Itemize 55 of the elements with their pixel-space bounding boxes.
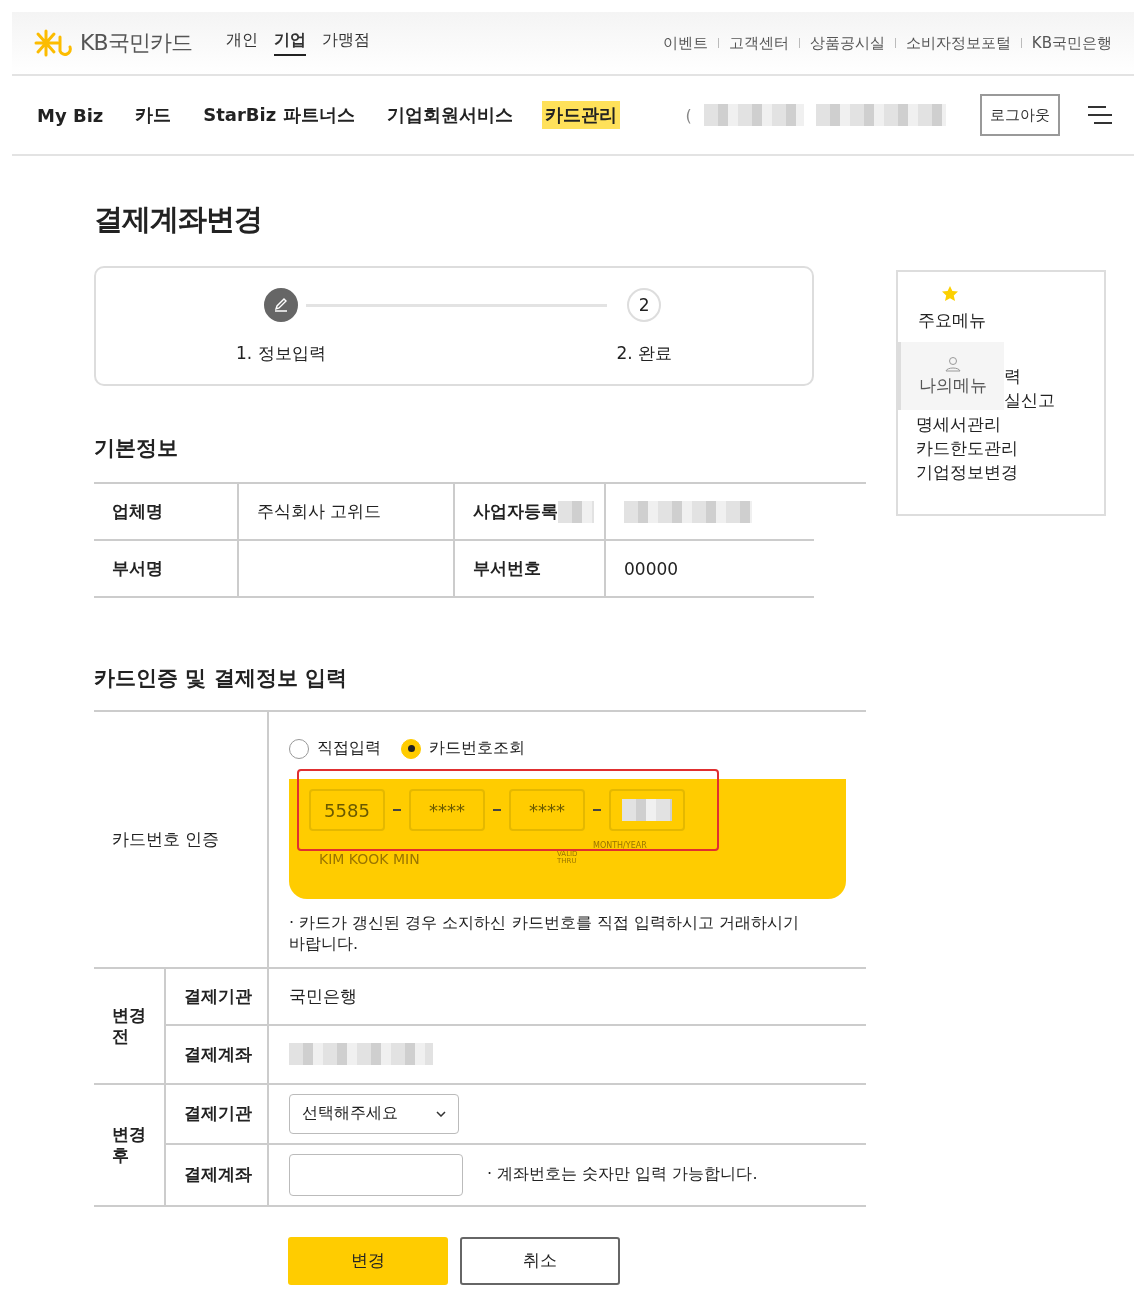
logout-button[interactable]: 로그아웃 bbox=[980, 94, 1060, 136]
utility-link[interactable]: 소비자정보포털 bbox=[905, 33, 1011, 53]
side-menu-title: 주요메뉴 bbox=[918, 309, 987, 332]
field-label: 결제기관 bbox=[184, 984, 252, 1008]
my-menu-button[interactable]: 나의메뉴 bbox=[898, 342, 1004, 410]
nav-item[interactable]: StarBiz 파트너스 bbox=[200, 101, 358, 129]
radio-option[interactable]: 직접입력 bbox=[289, 738, 381, 759]
segment-tab[interactable]: 기업 bbox=[273, 30, 306, 56]
utility-link[interactable]: 상품공시실 bbox=[809, 33, 885, 53]
step-label: 1. 정보입력 bbox=[236, 342, 326, 365]
change-button[interactable]: 변경 bbox=[288, 1236, 448, 1285]
card-number-field[interactable]: **** bbox=[409, 789, 485, 831]
bank-select[interactable]: 선택해주세요 bbox=[289, 1093, 459, 1134]
side-menu-item[interactable]: 명세서관리 bbox=[916, 412, 1001, 436]
group-label: 변경 후 bbox=[112, 1124, 147, 1165]
utility-link[interactable]: KB국민은행 bbox=[1031, 33, 1112, 53]
card-number-field[interactable]: 5585 bbox=[309, 789, 385, 831]
brand-name: KB국민카드 bbox=[80, 29, 192, 57]
section-title: 기본정보 bbox=[94, 435, 179, 462]
side-menu-item[interactable]: 카드한도관리 bbox=[916, 436, 1018, 460]
side-menu-item[interactable]: 실신고 bbox=[1004, 388, 1055, 412]
section-title: 카드인증 및 결제정보 입력 bbox=[94, 665, 348, 692]
field-label: 결제계좌 bbox=[184, 1042, 252, 1066]
page-title: 결제계좌변경 bbox=[94, 201, 263, 238]
utility-link[interactable]: 이벤트 bbox=[662, 33, 708, 53]
month-year-text: MONTH/YEAR bbox=[593, 841, 647, 850]
nav-item[interactable]: 기업회원서비스 bbox=[383, 101, 516, 129]
nav-item[interactable]: My Biz bbox=[34, 102, 107, 128]
step-label: 2. 완료 bbox=[616, 342, 672, 365]
card-holder-text: KIM KOOK MIN bbox=[319, 851, 420, 867]
field-value: 00000 bbox=[624, 558, 679, 579]
cancel-button[interactable]: 취소 bbox=[460, 1236, 620, 1285]
nav-item[interactable]: 카드관리 bbox=[541, 101, 620, 129]
group-label: 변경 전 bbox=[112, 1005, 147, 1046]
card-note: · 카드가 갱신된 경우 소지하신 카드번호를 직접 입력하시고 거래하시기 바랍니다. bbox=[289, 913, 800, 955]
field-value: 국민은행 bbox=[289, 984, 357, 1008]
card-number-field[interactable]: **** bbox=[509, 789, 585, 831]
side-menu-item[interactable]: 기업정보변경 bbox=[916, 460, 1018, 484]
step-number: 2 bbox=[627, 288, 662, 322]
field-label: 결제계좌 bbox=[184, 1163, 252, 1187]
field-value: 주식회사 고위드 bbox=[257, 500, 382, 523]
field-label: 결제기관 bbox=[184, 1102, 252, 1126]
radio-option[interactable]: 카드번호조회 bbox=[401, 738, 525, 759]
nav-item[interactable]: 카드 bbox=[132, 101, 175, 129]
field-label: 부서번호 bbox=[473, 557, 541, 580]
segment-tab[interactable]: 가맹점 bbox=[321, 30, 370, 56]
segment-tab[interactable]: 개인 bbox=[225, 30, 258, 56]
field-label: 부서명 bbox=[112, 557, 163, 580]
side-menu-item[interactable]: 력 bbox=[1004, 364, 1021, 388]
field-label: 업체명 bbox=[112, 500, 163, 523]
user-info-text: ( bbox=[685, 105, 692, 125]
field-label: 사업자등록 bbox=[473, 500, 558, 523]
utility-link[interactable]: 고객센터 bbox=[728, 33, 789, 53]
field-label: 카드번호 인증 bbox=[112, 827, 220, 851]
account-note: · 계좌번호는 숫자만 입력 가능합니다. bbox=[487, 1164, 758, 1186]
